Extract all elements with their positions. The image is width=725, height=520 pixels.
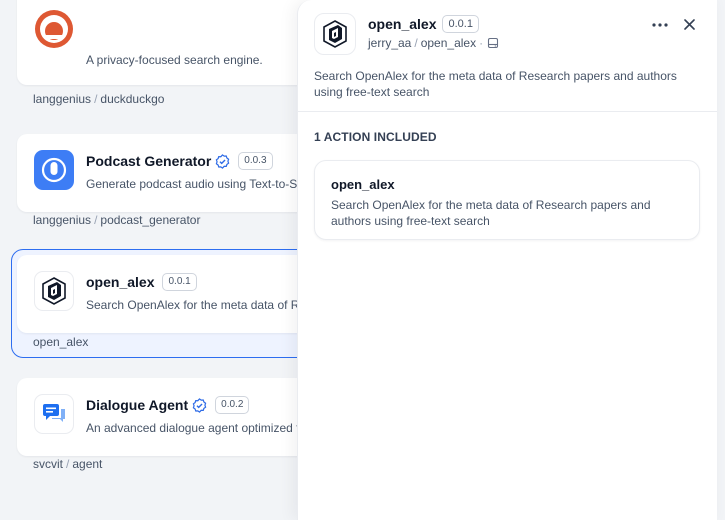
duckduckgo-icon — [34, 9, 74, 49]
drawer-version-badge: 0.0.1 — [442, 15, 479, 33]
close-icon — [683, 18, 695, 30]
plugin-name-text: open_alex — [86, 274, 155, 290]
more-horizontal-icon — [652, 23, 668, 27]
plugin-package: podcast_generator — [100, 213, 201, 227]
plugin-package: open_alex — [33, 335, 89, 349]
verified-badge-icon — [215, 153, 230, 169]
plugin-package: duckduckgo — [100, 92, 165, 106]
plugin-author: langgenius — [33, 213, 92, 227]
plugin-footer: open_alex — [33, 335, 88, 349]
plugin-description: A privacy-focused search engine. — [86, 53, 263, 67]
action-description: Search OpenAlex for the meta data of Res… — [331, 198, 651, 228]
drawer-author[interactable]: jerry_aa — [368, 36, 411, 50]
drawer-title: open_alex 0.0.1 — [368, 15, 479, 33]
plugin-footer: svcvit / agent — [33, 457, 103, 471]
plugin-package: agent — [72, 457, 103, 471]
version-badge: 0.0.1 — [162, 273, 197, 291]
divider — [298, 111, 717, 112]
open-alex-logo-icon — [314, 13, 356, 55]
plugin-author: svcvit — [33, 457, 63, 471]
drawer-title-text: open_alex — [368, 16, 437, 32]
plugin-footer: langgenius / duckduckgo — [33, 92, 165, 106]
close-button[interactable] — [680, 15, 698, 33]
plugin-detail-drawer: open_alex 0.0.1 jerry_aa / open_alex · Sear… — [297, 0, 717, 520]
plugin-name: open_alex 0.0.1 — [86, 273, 197, 291]
plugin-author: langgenius — [33, 92, 92, 106]
drawer-package: open_alex — [420, 36, 477, 50]
plugin-name-text: Podcast Generator — [86, 153, 212, 169]
version-badge: 0.0.2 — [215, 396, 250, 414]
plugin-name: Podcast Generator 0.0.3 — [86, 152, 273, 170]
open-alex-logo-icon — [34, 271, 74, 311]
plugin-footer: langgenius / podcast_generator — [33, 213, 201, 227]
action-card[interactable]: open_alex Search OpenAlex for the meta d… — [314, 160, 700, 240]
actions-section-title: 1 ACTION INCLUDED — [314, 130, 437, 144]
action-name: open_alex — [331, 177, 395, 192]
version-badge: 0.0.3 — [238, 152, 273, 170]
plugin-name-text: Dialogue Agent — [86, 397, 189, 413]
plugin-description: An advanced dialogue agent optimized f — [86, 421, 300, 435]
drawer-description: Search OpenAlex for the meta data of Res… — [314, 69, 677, 99]
plugin-name: Dialogue Agent 0.0.2 — [86, 396, 250, 414]
microphone-icon — [34, 150, 74, 190]
plugin-description: Search OpenAlex for the meta data of Re — [86, 298, 307, 312]
verified-badge-icon — [192, 397, 207, 413]
plugin-description: Generate podcast audio using Text-to-Sp — [86, 177, 304, 191]
chat-bubbles-icon — [34, 394, 74, 434]
drawer-meta: jerry_aa / open_alex · — [368, 36, 499, 50]
more-options-button[interactable] — [650, 16, 670, 34]
storage-icon — [487, 37, 499, 49]
